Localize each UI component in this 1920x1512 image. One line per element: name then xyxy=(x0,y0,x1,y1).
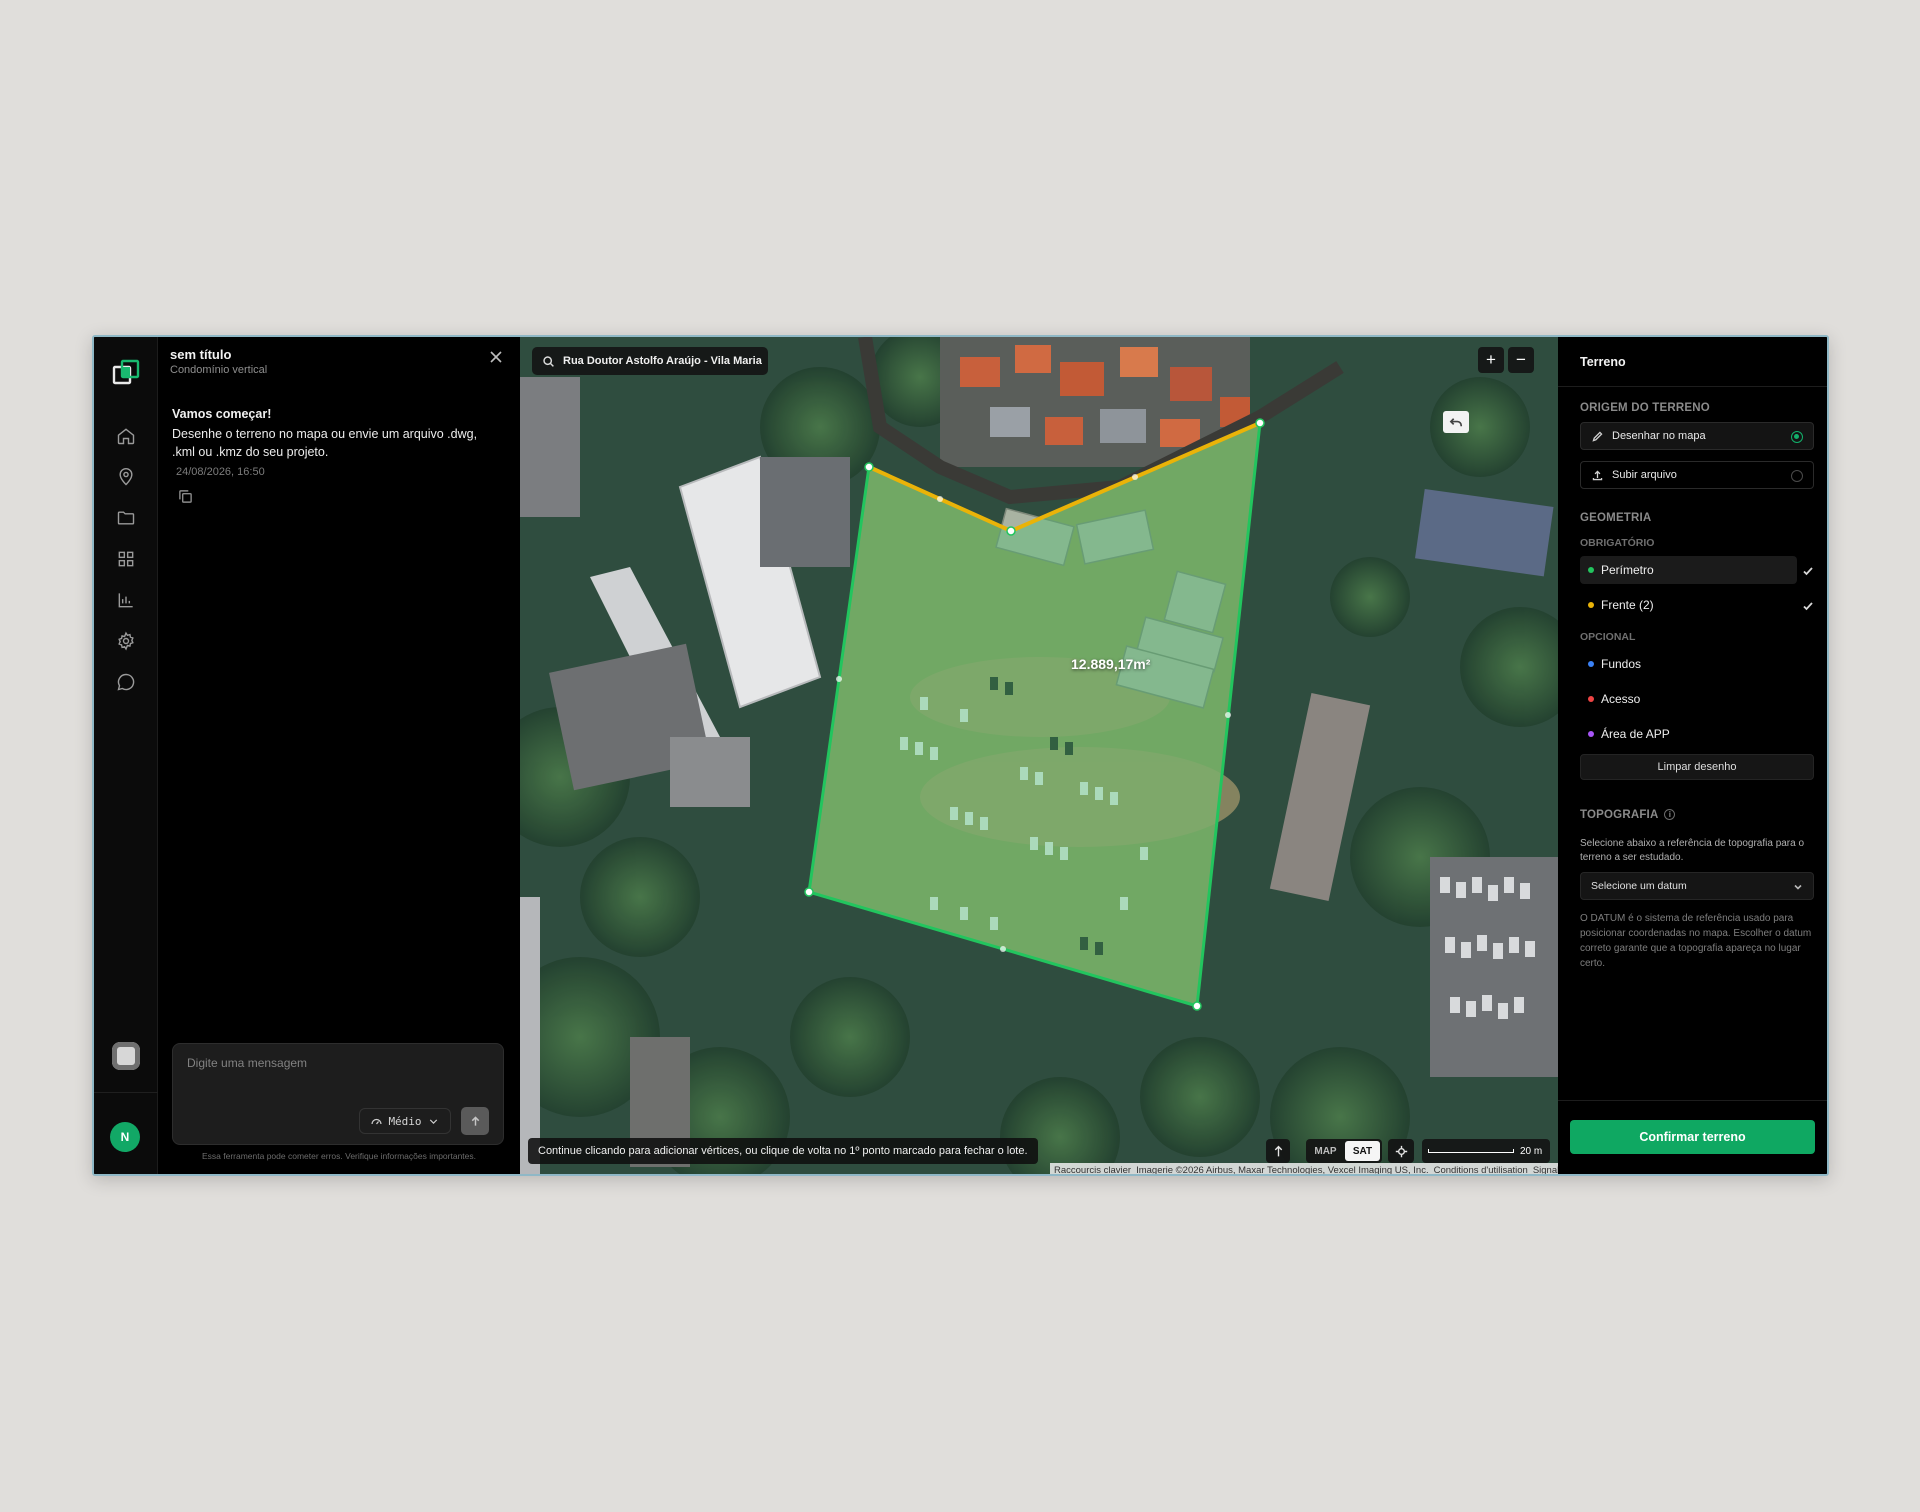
chevron-down-icon xyxy=(429,1118,437,1124)
origin-draw-label: Desenhar no mapa xyxy=(1612,430,1706,442)
project-subtitle: Condomínio vertical xyxy=(170,364,268,376)
map-type-map[interactable]: MAP xyxy=(1308,1141,1343,1161)
message-title: Vamos começar! xyxy=(172,407,272,421)
undo-icon xyxy=(1449,417,1462,426)
terrain-panel-title: Terreno xyxy=(1558,337,1827,387)
send-button[interactable] xyxy=(461,1107,489,1135)
origin-draw-radio[interactable] xyxy=(1791,431,1803,443)
project-title: sem título xyxy=(170,347,232,362)
origin-heading: ORIGEM DO TERRENO xyxy=(1580,402,1710,414)
speedometer-icon xyxy=(371,1118,383,1124)
map-attribution: Raccourcis clavier Imagerie ©2026 Airbus… xyxy=(1050,1163,1558,1174)
imagery-credit: Imagerie ©2026 Airbus, Maxar Technologie… xyxy=(1136,1164,1429,1175)
front-color-dot xyxy=(1588,602,1594,608)
geometry-item-perimeter[interactable]: Perímetro xyxy=(1580,556,1797,584)
origin-upload-label: Subir arquivo xyxy=(1612,469,1677,481)
access-color-dot xyxy=(1588,696,1594,702)
map-type-toggle: MAP SAT xyxy=(1306,1139,1382,1163)
map-search-bar[interactable]: Rua Doutor Astolfo Araújo - Vila Maria xyxy=(532,347,768,375)
origin-upload-option[interactable]: Subir arquivo xyxy=(1580,461,1814,489)
front-label: Frente (2) xyxy=(1601,598,1654,612)
icon-rail: N xyxy=(94,337,158,1174)
search-icon xyxy=(543,355,554,367)
zoom-out-button[interactable]: − xyxy=(1508,347,1534,373)
message-timestamp: 24/08/2026, 16:50 xyxy=(176,466,265,478)
back-color-dot xyxy=(1588,661,1594,667)
user-avatar[interactable]: N xyxy=(110,1122,140,1152)
ai-disclaimer: Essa ferramenta pode cometer erros. Veri… xyxy=(201,1151,477,1161)
perimeter-check-icon xyxy=(1802,564,1814,576)
geometry-item-front[interactable]: Frente (2) xyxy=(1580,591,1797,619)
satellite-map[interactable]: Rua Doutor Astolfo Araújo - Vila Maria +… xyxy=(520,337,1558,1174)
geometry-heading: GEOMETRIA xyxy=(1580,512,1652,524)
map-scale: 20 m xyxy=(1422,1139,1550,1163)
geometry-item-app-area[interactable]: Área de APP xyxy=(1580,720,1797,748)
chat-bubble-icon[interactable] xyxy=(114,670,138,694)
bar-chart-icon[interactable] xyxy=(114,588,138,612)
app-logo-icon[interactable] xyxy=(110,357,142,389)
scale-bar xyxy=(1428,1149,1514,1153)
info-icon[interactable]: i xyxy=(1664,809,1676,820)
perimeter-label: Perímetro xyxy=(1601,563,1654,577)
datum-select[interactable]: Selecione um datum xyxy=(1580,872,1814,900)
close-icon[interactable] xyxy=(488,349,504,365)
confirm-terrain-button[interactable]: Confirmar terreno xyxy=(1570,1120,1815,1154)
folder-icon[interactable] xyxy=(114,506,138,530)
grid-icon[interactable] xyxy=(114,547,138,571)
app-area-label: Área de APP xyxy=(1601,727,1670,741)
topography-heading: TOPOGRAFIA xyxy=(1580,809,1659,821)
message-body: Desenhe o terreno no mapa ou envie um ar… xyxy=(172,427,478,459)
perimeter-color-dot xyxy=(1588,567,1594,573)
model-select-label: Médio xyxy=(388,1114,422,1128)
required-heading: OBRIGATÓRIO xyxy=(1580,537,1655,549)
optional-heading: OPCIONAL xyxy=(1580,631,1636,643)
copy-icon[interactable] xyxy=(178,489,194,505)
arrow-up-icon xyxy=(1274,1145,1282,1156)
chevron-down-icon xyxy=(1794,884,1802,890)
satellite-imagery xyxy=(520,337,1558,1174)
locate-button[interactable] xyxy=(1388,1139,1414,1163)
topography-heading-row: TOPOGRAFIA i xyxy=(1580,809,1676,821)
scale-label: 20 m xyxy=(1520,1145,1543,1157)
topography-description: Selecione abaixo a referência de topogra… xyxy=(1580,838,1805,863)
map-search-text: Rua Doutor Astolfo Araújo - Vila Maria xyxy=(563,355,762,367)
pencil-icon xyxy=(1592,431,1603,442)
undo-vertex-button[interactable] xyxy=(1443,411,1469,433)
chat-panel: sem título Condomínio vertical Vamos com… xyxy=(158,337,520,1174)
map-pin-icon[interactable] xyxy=(114,465,138,489)
crosshair-icon xyxy=(1395,1145,1407,1157)
clear-drawing-button[interactable]: Limpar desenho xyxy=(1580,754,1814,780)
terms-link[interactable]: Conditions d'utilisation xyxy=(1434,1165,1528,1175)
upload-icon xyxy=(1592,470,1603,480)
origin-draw-option[interactable]: Desenhar no mapa xyxy=(1580,422,1814,450)
datum-select-label: Selecione um datum xyxy=(1591,880,1687,892)
arrow-up-icon xyxy=(471,1115,479,1126)
geometry-item-back[interactable]: Fundos xyxy=(1580,650,1797,678)
message-composer: Médio xyxy=(172,1043,504,1145)
compass-button[interactable] xyxy=(1266,1139,1290,1163)
rail-divider xyxy=(94,1092,158,1093)
access-label: Acesso xyxy=(1601,692,1641,706)
app-area-color-dot xyxy=(1588,731,1594,737)
keyboard-shortcuts-link[interactable]: Raccourcis clavier xyxy=(1054,1165,1131,1175)
panel-footer-divider xyxy=(1558,1100,1827,1101)
drawing-hint: Continue clicando para adicionar vértice… xyxy=(528,1138,1038,1164)
map-type-sat[interactable]: SAT xyxy=(1345,1141,1380,1161)
app-window: N sem título Condomínio vertical Vamos c… xyxy=(92,335,1829,1176)
origin-upload-radio[interactable] xyxy=(1791,470,1803,482)
geometry-item-access[interactable]: Acesso xyxy=(1580,685,1797,713)
message-input[interactable] xyxy=(187,1056,487,1070)
zoom-in-button[interactable]: + xyxy=(1478,347,1504,373)
terrain-panel: Terreno ORIGEM DO TERRENO Desenhar no ma… xyxy=(1558,337,1827,1174)
settings-gear-icon[interactable] xyxy=(114,629,138,653)
front-check-icon xyxy=(1802,599,1814,611)
home-icon[interactable] xyxy=(114,424,138,448)
back-label: Fundos xyxy=(1601,657,1642,671)
datum-help-text: O DATUM é o sistema de referência usado … xyxy=(1580,913,1812,969)
model-select[interactable]: Médio xyxy=(359,1108,451,1134)
app-switcher-icon[interactable] xyxy=(112,1042,140,1070)
area-label: 12.889,17m² xyxy=(1071,656,1151,672)
report-error-link[interactable]: Signaler une erreur cartographique xyxy=(1533,1165,1558,1175)
